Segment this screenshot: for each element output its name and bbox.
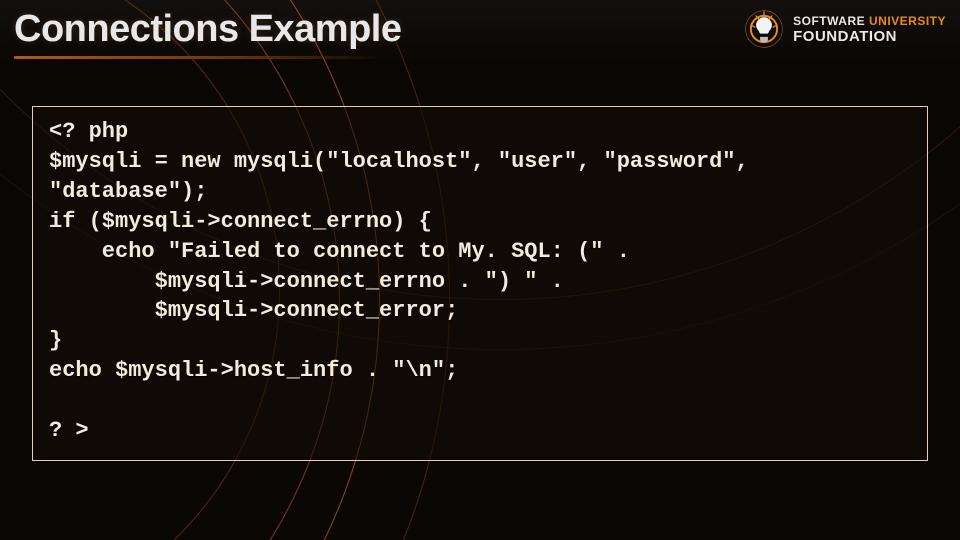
code-block-container: <? php $mysqli = new mysqli("localhost",… [32, 106, 928, 461]
lightbulb-icon [743, 8, 785, 50]
title-underline [14, 56, 384, 59]
brand-text: SOFTWARE UNIVERSITY FOUNDATION [793, 15, 946, 44]
brand-line1: SOFTWARE UNIVERSITY [793, 15, 946, 27]
code-block: <? php $mysqli = new mysqli("localhost",… [49, 117, 911, 446]
slide-title: Connections Example [14, 8, 401, 51]
brand-line2: FOUNDATION [793, 29, 946, 44]
brand-word-software: SOFTWARE [793, 14, 865, 28]
brand-logo: SOFTWARE UNIVERSITY FOUNDATION [743, 8, 946, 50]
brand-word-university: UNIVERSITY [869, 14, 946, 28]
